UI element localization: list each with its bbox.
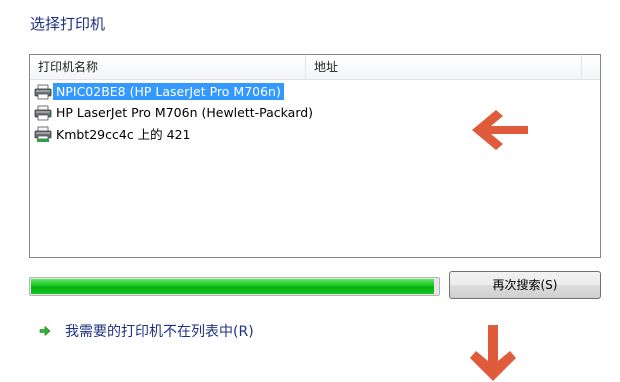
dialog-title: 选择打印机	[30, 15, 106, 33]
left-arrow-icon	[472, 110, 528, 150]
printer-name: Kmbt29cc4c 上的 421	[56, 127, 191, 142]
network-printer-icon	[34, 126, 52, 142]
search-progress-fill	[31, 279, 434, 294]
printer-list[interactable]: 打印机名称 地址 NPIC02BE8 (HP LaserJet Pro M706…	[29, 54, 601, 258]
printer-name: NPIC02BE8 (HP LaserJet Pro M706n)	[53, 83, 284, 100]
printer-not-listed-link[interactable]: 我需要的打印机不在列表中(R)	[37, 321, 254, 341]
column-header-name[interactable]: 打印机名称	[30, 55, 306, 79]
search-again-button[interactable]: 再次搜索(S)	[449, 271, 601, 299]
search-progress-bar	[29, 277, 440, 296]
list-header: 打印机名称 地址	[30, 55, 600, 80]
printer-icon	[34, 105, 52, 120]
printer-name: HP LaserJet Pro M706n (Hewlett-Packard)	[56, 105, 314, 120]
printer-not-listed-label: 我需要的打印机不在列表中(R)	[65, 324, 254, 340]
printer-row[interactable]: NPIC02BE8 (HP LaserJet Pro M706n)	[34, 81, 596, 102]
column-header-address[interactable]: 地址	[306, 55, 582, 79]
down-arrow-icon	[470, 325, 516, 381]
printer-icon	[34, 84, 52, 99]
green-arrow-icon	[38, 324, 52, 338]
